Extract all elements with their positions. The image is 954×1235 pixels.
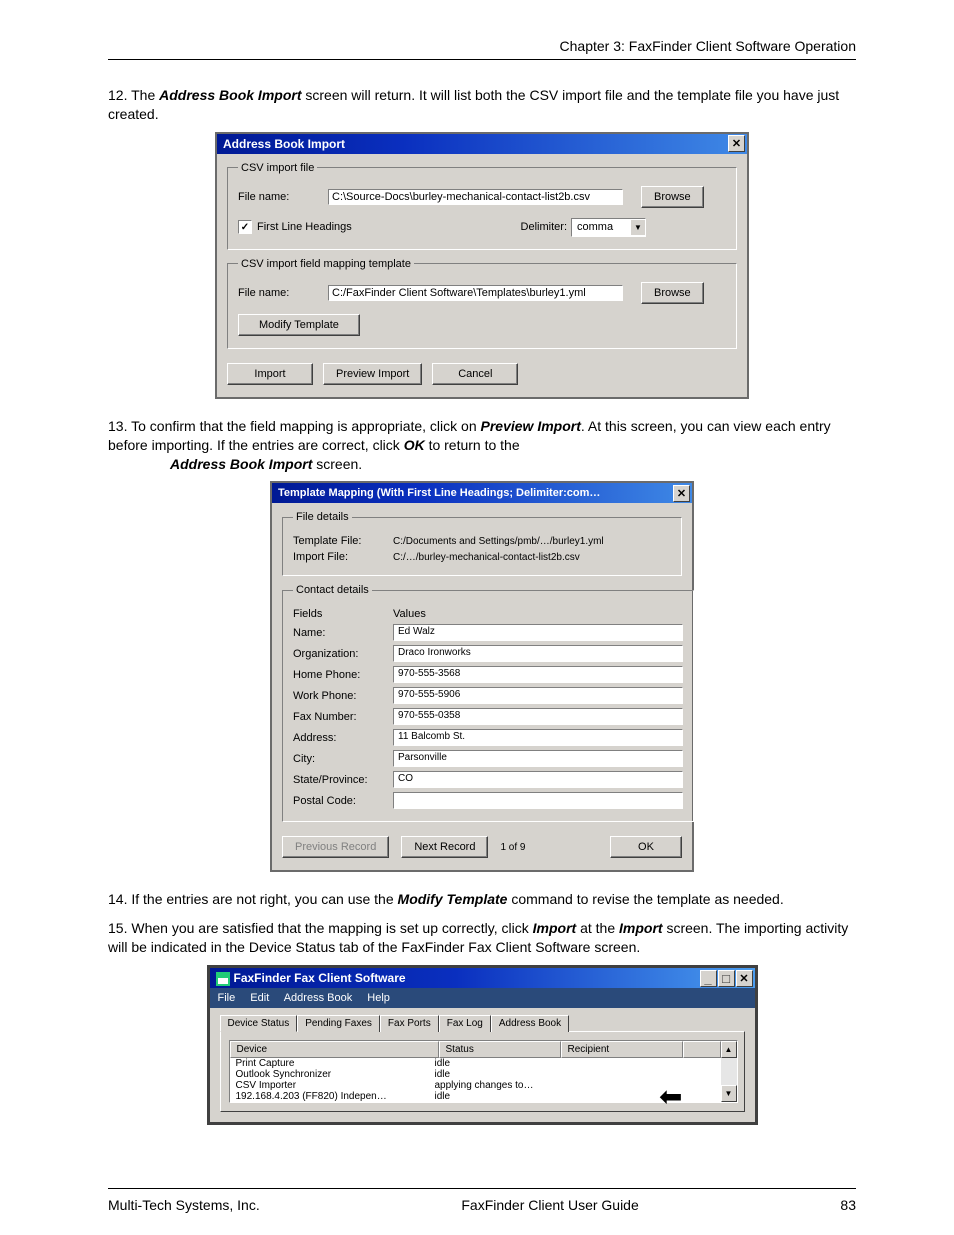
hr-top bbox=[108, 59, 856, 60]
tabs: Device Status Pending Faxes Fax Ports Fa… bbox=[210, 1008, 755, 1031]
table-row[interactable]: Outlook Synchronizeridle bbox=[230, 1069, 721, 1080]
field-value[interactable]: Parsonville bbox=[393, 750, 683, 767]
page-footer: Multi-Tech Systems, Inc. FaxFinder Clien… bbox=[108, 1188, 856, 1213]
table-header: Device Status Recipient bbox=[230, 1041, 721, 1058]
maximize-icon[interactable]: □ bbox=[718, 970, 735, 987]
step-15: 15. When you are satisfied that the mapp… bbox=[108, 919, 856, 957]
template-group: CSV import field mapping template File n… bbox=[227, 258, 737, 349]
table-row[interactable]: CSV Importerapplying changes to… bbox=[230, 1080, 721, 1091]
scroll-up-icon[interactable]: ▲ bbox=[721, 1041, 737, 1058]
contact-field-row: Name:Ed Walz bbox=[293, 624, 683, 641]
chapter-header: Chapter 3: FaxFinder Client Software Ope… bbox=[108, 38, 856, 54]
contact-field-row: Organization:Draco Ironworks bbox=[293, 645, 683, 662]
field-value[interactable]: 970-555-3568 bbox=[393, 666, 683, 683]
contact-field-row: Work Phone:970-555-5906 bbox=[293, 687, 683, 704]
window-title: Template Mapping (With First Line Headin… bbox=[278, 487, 600, 499]
template-filename-input[interactable]: C:/FaxFinder Client Software\Templates\b… bbox=[328, 285, 623, 301]
tab-address-book[interactable]: Address Book bbox=[491, 1015, 569, 1032]
field-value[interactable]: Ed Walz bbox=[393, 624, 683, 641]
delimiter-select[interactable]: comma▼ bbox=[571, 218, 646, 237]
close-icon[interactable]: ✕ bbox=[673, 485, 690, 502]
delimiter-label: Delimiter: bbox=[521, 221, 567, 233]
col-recipient[interactable]: Recipient bbox=[561, 1041, 683, 1058]
contact-field-row: State/Province:CO bbox=[293, 771, 683, 788]
field-value[interactable]: CO bbox=[393, 771, 683, 788]
contact-field-row: Fax Number:970-555-0358 bbox=[293, 708, 683, 725]
filename-input[interactable]: C:\Source-Docs\burley-mechanical-contact… bbox=[328, 189, 623, 205]
tab-device-status[interactable]: Device Status bbox=[220, 1015, 298, 1032]
first-line-headings-label: First Line Headings bbox=[257, 221, 352, 233]
table-row[interactable]: Print Captureidle bbox=[230, 1058, 721, 1069]
titlebar: FaxFinder Fax Client Software _ □ ✕ bbox=[210, 968, 755, 988]
contact-field-row: City:Parsonville bbox=[293, 750, 683, 767]
scrollbar[interactable]: ▲ ▼ bbox=[721, 1041, 737, 1102]
template-mapping-window: Template Mapping (With First Line Headin… bbox=[270, 481, 694, 872]
file-details-group: File details Template File:C:/Documents … bbox=[282, 511, 682, 576]
record-counter: 1 of 9 bbox=[500, 842, 525, 853]
step-13: 13. To confirm that the field mapping is… bbox=[108, 417, 856, 474]
field-value[interactable]: 970-555-5906 bbox=[393, 687, 683, 704]
cancel-button[interactable]: Cancel bbox=[432, 363, 518, 385]
table-row[interactable]: 192.168.4.203 (FF820) Indepen…idle bbox=[230, 1091, 721, 1102]
close-icon[interactable]: ✕ bbox=[728, 135, 745, 152]
field-value[interactable]: 970-555-0358 bbox=[393, 708, 683, 725]
contact-details-group: Contact details FieldsValues Name:Ed Wal… bbox=[282, 584, 694, 822]
menu-edit[interactable]: Edit bbox=[250, 992, 269, 1004]
browse-button[interactable]: Browse bbox=[641, 186, 704, 208]
address-book-import-window: Address Book Import ✕ CSV import file Fi… bbox=[215, 132, 749, 399]
ok-button[interactable]: OK bbox=[610, 836, 682, 858]
minimize-icon[interactable]: _ bbox=[700, 970, 717, 987]
window-title: Address Book Import bbox=[223, 137, 345, 151]
step-14: 14. If the entries are not right, you ca… bbox=[108, 890, 856, 909]
menubar: File Edit Address Book Help bbox=[210, 988, 755, 1008]
field-value[interactable]: 11 Balcomb St. bbox=[393, 729, 683, 746]
field-value[interactable] bbox=[393, 792, 683, 809]
menu-file[interactable]: File bbox=[218, 992, 236, 1004]
window-title: FaxFinder Fax Client Software bbox=[234, 971, 406, 985]
col-status[interactable]: Status bbox=[439, 1041, 561, 1058]
browse-button[interactable]: Browse bbox=[641, 282, 704, 304]
menu-addressbook[interactable]: Address Book bbox=[284, 992, 352, 1004]
device-table: Device Status Recipient ⬅ Print Capturei… bbox=[229, 1040, 738, 1103]
tab-pane: Device Status Recipient ⬅ Print Capturei… bbox=[220, 1031, 745, 1112]
previous-record-button[interactable]: Previous Record bbox=[282, 836, 389, 858]
contact-field-row: Address:11 Balcomb St. bbox=[293, 729, 683, 746]
field-value[interactable]: Draco Ironworks bbox=[393, 645, 683, 662]
arrow-icon: ⬅ bbox=[659, 1080, 682, 1113]
titlebar: Template Mapping (With First Line Headin… bbox=[272, 483, 692, 503]
first-line-headings-checkbox[interactable]: ✓ bbox=[238, 220, 252, 234]
tab-fax-log[interactable]: Fax Log bbox=[439, 1015, 491, 1032]
chevron-down-icon: ▼ bbox=[630, 220, 645, 235]
contact-field-row: Home Phone:970-555-3568 bbox=[293, 666, 683, 683]
preview-import-button[interactable]: Preview Import bbox=[323, 363, 422, 385]
close-icon[interactable]: ✕ bbox=[736, 970, 753, 987]
step-12: 12. The Address Book Import screen will … bbox=[108, 86, 856, 124]
tab-fax-ports[interactable]: Fax Ports bbox=[380, 1015, 439, 1032]
filename-label: File name: bbox=[238, 191, 328, 203]
tab-pending-faxes[interactable]: Pending Faxes bbox=[297, 1015, 380, 1032]
col-device[interactable]: Device bbox=[230, 1041, 439, 1058]
csv-import-file-group: CSV import file File name: C:\Source-Doc… bbox=[227, 162, 737, 250]
menu-help[interactable]: Help bbox=[367, 992, 390, 1004]
scroll-down-icon[interactable]: ▼ bbox=[721, 1085, 737, 1102]
modify-template-button[interactable]: Modify Template bbox=[238, 314, 360, 336]
contact-field-row: Postal Code: bbox=[293, 792, 683, 809]
app-icon bbox=[216, 972, 230, 986]
titlebar: Address Book Import ✕ bbox=[217, 134, 747, 154]
next-record-button[interactable]: Next Record bbox=[401, 836, 488, 858]
import-button[interactable]: Import bbox=[227, 363, 313, 385]
faxfinder-client-window: FaxFinder Fax Client Software _ □ ✕ File… bbox=[207, 965, 758, 1125]
